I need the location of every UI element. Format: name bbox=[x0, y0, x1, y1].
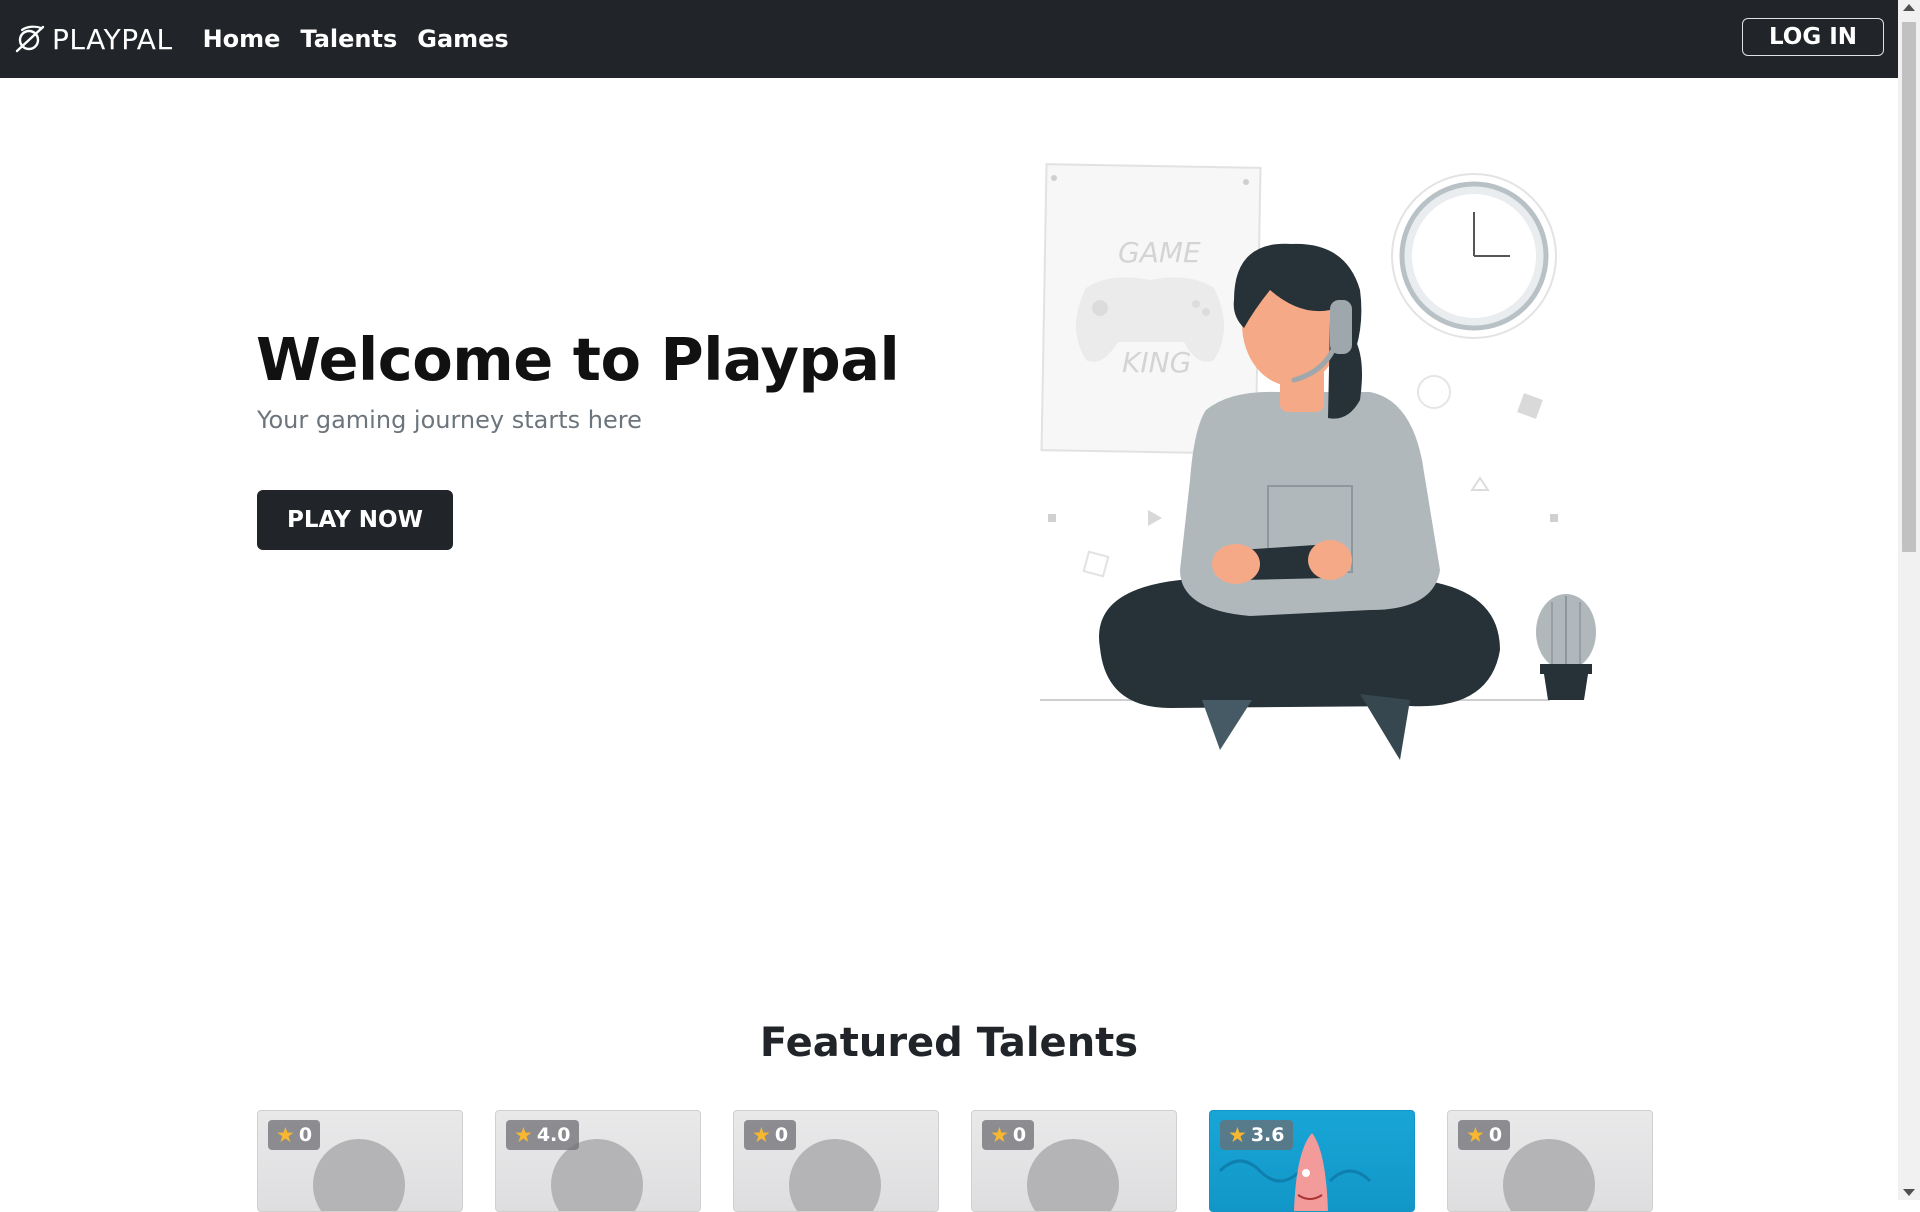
rating-value: 0 bbox=[1488, 1124, 1503, 1146]
hero-title: Welcome to Playpal bbox=[256, 325, 900, 394]
talent-avatar bbox=[789, 1139, 881, 1211]
poster-text-king: KING bbox=[1122, 346, 1191, 379]
gamer-illustration: GAME KING bbox=[1040, 163, 1596, 760]
cactus-plant bbox=[1536, 594, 1596, 700]
rating-badge: ★ 3.6 bbox=[1220, 1120, 1293, 1150]
talent-card[interactable]: ★ 3.6 bbox=[1209, 1110, 1415, 1212]
star-icon: ★ bbox=[1466, 1122, 1485, 1147]
brand[interactable]: PLAYPAL bbox=[14, 23, 173, 56]
star-icon: ★ bbox=[990, 1122, 1009, 1147]
navbar: PLAYPAL Home Talents Games LOG IN bbox=[0, 0, 1898, 78]
star-icon: ★ bbox=[752, 1122, 771, 1147]
featured-talents-title: Featured Talents bbox=[759, 1020, 1139, 1066]
play-now-button[interactable]: PLAY NOW bbox=[257, 490, 453, 550]
talent-card[interactable]: ★ 0 bbox=[1447, 1110, 1653, 1212]
rating-value: 0 bbox=[774, 1124, 789, 1146]
star-icon: ★ bbox=[514, 1122, 533, 1147]
star-icon: ★ bbox=[1228, 1122, 1247, 1147]
talent-avatar bbox=[313, 1139, 405, 1211]
login-button[interactable]: LOG IN bbox=[1742, 18, 1884, 56]
page-scrollbar[interactable] bbox=[1898, 0, 1920, 1200]
rating-value: 0 bbox=[298, 1124, 313, 1146]
rating-badge: ★ 0 bbox=[982, 1120, 1035, 1150]
rating-value: 3.6 bbox=[1250, 1124, 1285, 1146]
planet-icon bbox=[15, 25, 45, 53]
star-icon: ★ bbox=[276, 1122, 295, 1147]
rating-value: 0 bbox=[1012, 1124, 1027, 1146]
scroll-down-arrow-icon[interactable] bbox=[1903, 1189, 1915, 1196]
rating-badge: ★ 0 bbox=[744, 1120, 797, 1150]
talent-avatar bbox=[1503, 1139, 1595, 1211]
talent-card[interactable]: ★ 0 bbox=[733, 1110, 939, 1212]
rating-value: 4.0 bbox=[536, 1124, 571, 1146]
nav-link-home[interactable]: Home bbox=[203, 25, 281, 53]
wall-clock bbox=[1391, 173, 1557, 339]
talent-card[interactable]: ★ 4.0 bbox=[495, 1110, 701, 1212]
nav-link-talents[interactable]: Talents bbox=[300, 25, 397, 53]
scrollbar-thumb[interactable] bbox=[1902, 22, 1916, 552]
talent-avatar bbox=[1027, 1139, 1119, 1211]
nav-links: Home Talents Games bbox=[203, 25, 529, 53]
rating-badge: ★ 0 bbox=[268, 1120, 321, 1150]
talent-cards: ★ 0 ★ 4.0 ★ 0 ★ 0 ★ 3.6 ★ 0 bbox=[257, 1110, 1653, 1212]
rating-badge: ★ 0 bbox=[1458, 1120, 1511, 1150]
brand-name: PLAYPAL bbox=[52, 22, 173, 56]
nav-link-games[interactable]: Games bbox=[417, 25, 508, 53]
hero-subtitle: Your gaming journey starts here bbox=[257, 406, 642, 434]
talent-card[interactable]: ★ 0 bbox=[971, 1110, 1177, 1212]
scroll-up-arrow-icon[interactable] bbox=[1903, 4, 1915, 11]
talent-card[interactable]: ★ 0 bbox=[257, 1110, 463, 1212]
rating-badge: ★ 4.0 bbox=[506, 1120, 579, 1150]
poster-text-game: GAME bbox=[1118, 236, 1201, 269]
